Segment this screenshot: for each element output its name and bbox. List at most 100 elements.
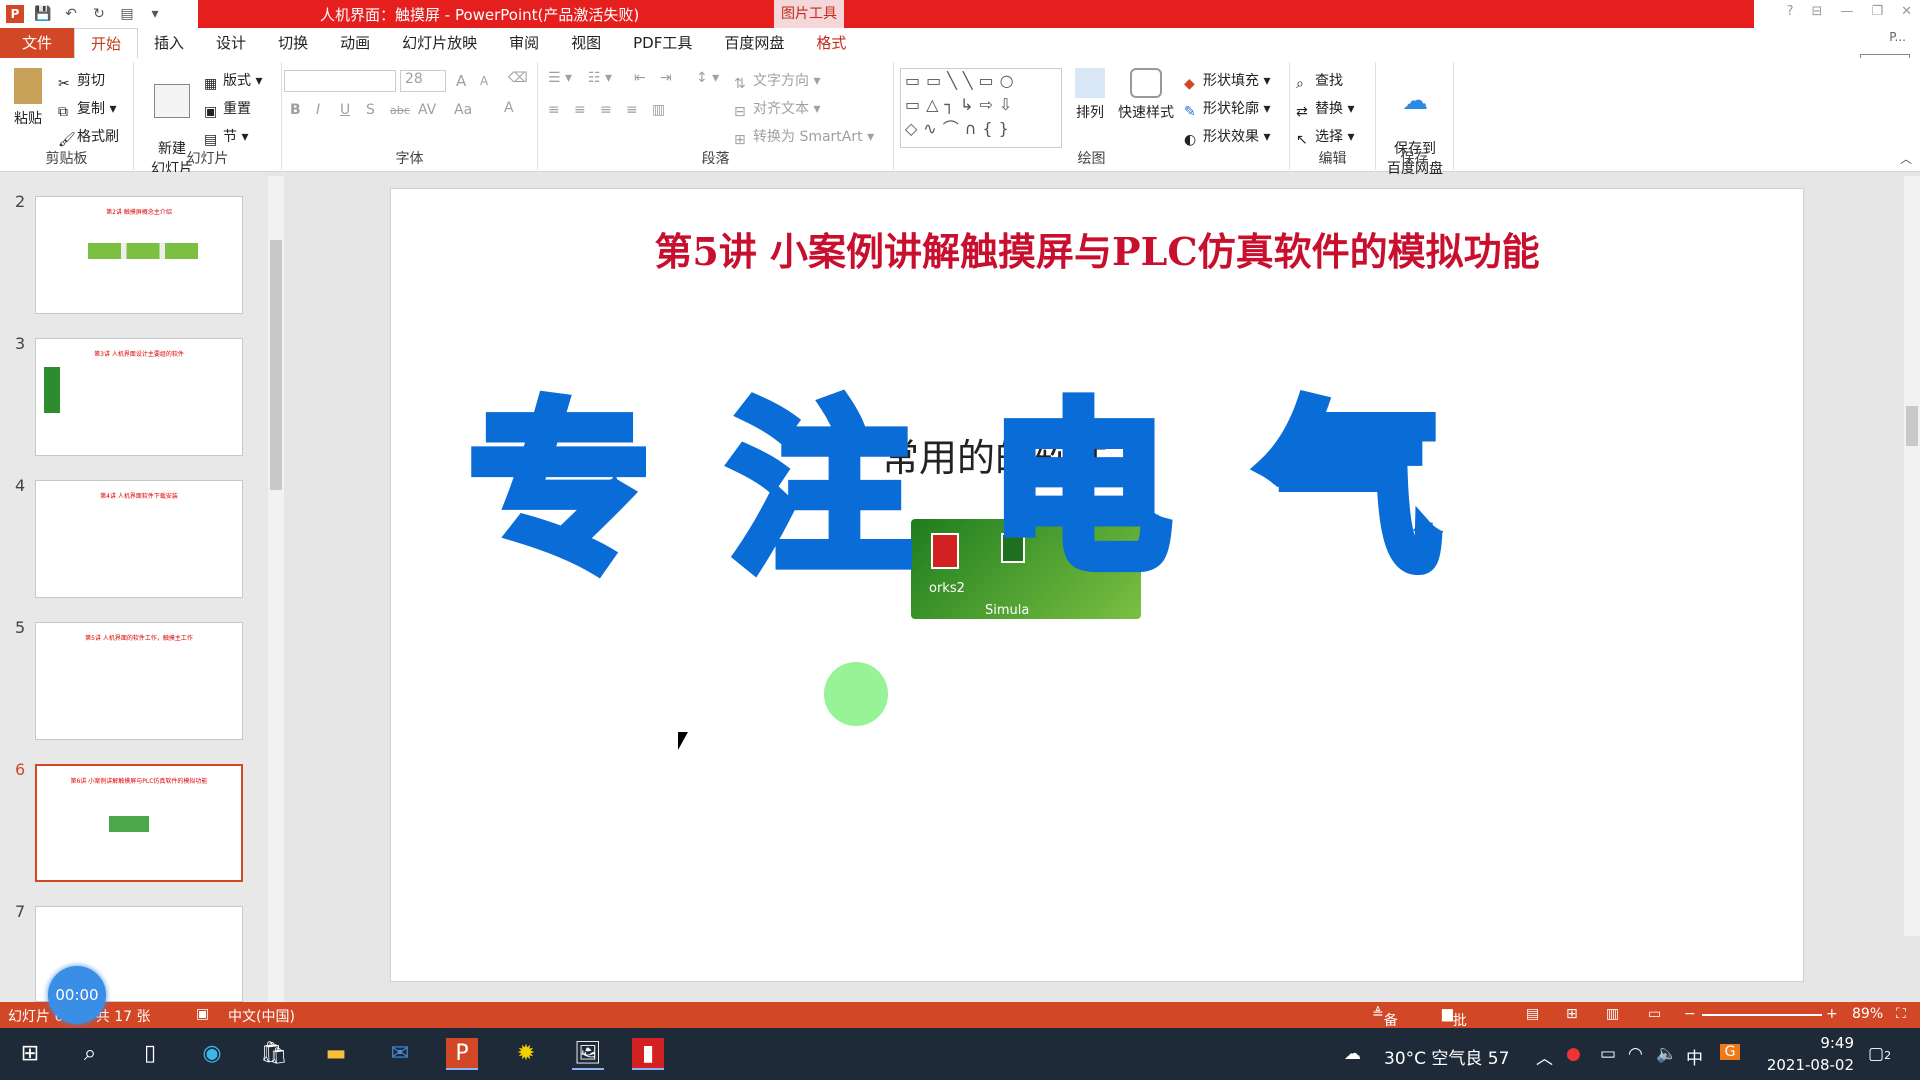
section-button[interactable]: ▤ 节 ▾ xyxy=(204,126,248,148)
shadow-button[interactable]: S xyxy=(366,102,375,118)
slide-sorter-icon[interactable]: ⊞ xyxy=(1566,1006,1578,1022)
cut-button[interactable]: ✂ 剪切 xyxy=(58,70,105,92)
arrange-button[interactable]: 排列 xyxy=(1070,68,1110,122)
align-right-icon[interactable]: ≡ xyxy=(600,102,612,118)
file-explorer-icon[interactable]: ▬ xyxy=(320,1038,352,1070)
system-clock[interactable]: 9:49 2021-08-02 xyxy=(1767,1032,1854,1076)
format-painter-button[interactable]: 🖌格式刷 xyxy=(58,126,119,148)
justify-icon[interactable]: ≡ xyxy=(626,102,638,118)
ribbon-display-icon[interactable]: ⊟ xyxy=(1812,4,1823,19)
align-center-icon[interactable]: ≡ xyxy=(574,102,586,118)
text-direction-button[interactable]: ⇅ 文字方向 ▾ xyxy=(734,70,820,92)
save-icon[interactable]: 💾 xyxy=(34,5,52,23)
bold-button[interactable]: B xyxy=(290,102,301,118)
increase-indent-icon[interactable]: ⇥ xyxy=(660,70,672,86)
reading-view-icon[interactable]: ▥ xyxy=(1606,1006,1619,1022)
align-text-button[interactable]: ⊟ 对齐文本 ▾ xyxy=(734,98,820,120)
customize-qat-icon[interactable]: ▾ xyxy=(146,5,164,23)
store-icon[interactable]: 🛍 xyxy=(258,1038,290,1070)
notifications-icon[interactable]: ▢2 xyxy=(1868,1044,1891,1064)
zoom-out-icon[interactable]: − xyxy=(1684,1006,1696,1022)
underline-button[interactable]: U xyxy=(340,102,350,118)
task-view-icon[interactable]: ▯ xyxy=(134,1038,166,1070)
slide-thumbnail-selected[interactable]: 第6讲 小案例讲解触摸屏与PLC仿真软件的模拟功能 xyxy=(35,764,243,882)
columns-icon[interactable]: ▥ xyxy=(652,102,665,118)
char-spacing-button[interactable]: AV xyxy=(418,102,436,118)
shape-effects-button[interactable]: ◐ 形状效果 ▾ xyxy=(1184,126,1270,148)
slide-thumbnail[interactable]: 第4讲 人机界面软件下载安装 xyxy=(35,480,243,598)
mail-icon[interactable]: ✉ xyxy=(384,1038,416,1070)
zoom-level[interactable]: 89% xyxy=(1852,1006,1883,1022)
ime-indicator[interactable]: 中 xyxy=(1686,1044,1703,1069)
tab-review[interactable]: 审阅 xyxy=(493,28,555,58)
undo-icon[interactable]: ↶ xyxy=(62,5,80,23)
tab-slideshow[interactable]: 幻灯片放映 xyxy=(386,28,493,58)
shape-outline-button[interactable]: ✎ 形状轮廓 ▾ xyxy=(1184,98,1270,120)
numbering-icon[interactable]: ☷ ▾ xyxy=(588,70,612,86)
spellcheck-icon[interactable]: ▣ xyxy=(196,1006,209,1022)
maximize-icon[interactable]: ❐ xyxy=(1871,4,1883,19)
notes-button[interactable]: ≜ 备注 xyxy=(1372,1006,1398,1049)
shrink-font-button[interactable]: A xyxy=(480,74,488,88)
minimize-icon[interactable]: — xyxy=(1840,4,1853,19)
paste-button[interactable]: 粘贴 xyxy=(8,68,48,128)
strikethrough-button[interactable]: abc xyxy=(390,104,410,117)
font-size-combo[interactable]: 28 xyxy=(400,70,446,92)
comments-button[interactable]: ▆ 批注 xyxy=(1442,1006,1467,1049)
powerpoint-taskbar-icon[interactable]: P xyxy=(446,1038,478,1070)
slide-scrollbar[interactable] xyxy=(1904,176,1920,936)
tab-insert[interactable]: 插入 xyxy=(138,28,200,58)
tab-transitions[interactable]: 切换 xyxy=(262,28,324,58)
recording-timer[interactable]: 00:00 xyxy=(48,966,106,1024)
tab-format[interactable]: 格式 xyxy=(800,28,862,58)
windows-start-icon[interactable]: ⊞ xyxy=(14,1038,46,1070)
line-spacing-icon[interactable]: ↕ ▾ xyxy=(696,70,719,86)
zoom-slider[interactable] xyxy=(1702,1014,1822,1016)
bullets-icon[interactable]: ☰ ▾ xyxy=(548,70,572,86)
shapes-gallery[interactable]: ▭▭╲╲▭○ ▭△┐↳⇨⇩ ◇∿⌒∩{} xyxy=(900,68,1062,148)
edge-browser-icon[interactable]: ◉ xyxy=(196,1038,228,1070)
tab-pdf-tools[interactable]: PDF工具 xyxy=(617,28,708,58)
normal-view-icon[interactable]: ▤ xyxy=(1526,1006,1539,1022)
thumbnail-scrollbar[interactable] xyxy=(268,176,284,1002)
redo-icon[interactable]: ↻ xyxy=(90,5,108,23)
italic-button[interactable]: I xyxy=(316,102,320,118)
tab-view[interactable]: 视图 xyxy=(555,28,617,58)
collapse-ribbon-icon[interactable]: ︿ xyxy=(1900,150,1912,167)
slide-title[interactable]: 第5讲 小案例讲解触摸屏与PLC仿真软件的模拟功能 xyxy=(391,221,1803,276)
select-button[interactable]: ↖ 选择 ▾ xyxy=(1296,126,1354,148)
network-icon[interactable]: ▭ xyxy=(1600,1044,1616,1064)
clear-format-icon[interactable]: ⌫ xyxy=(508,70,528,86)
volume-icon[interactable]: 🔈 xyxy=(1656,1044,1677,1064)
smartart-button[interactable]: ⊞ 转换为 SmartArt ▾ xyxy=(734,126,874,148)
tab-design[interactable]: 设计 xyxy=(200,28,262,58)
slide-thumbnail[interactable]: 第5讲 人机界面的软件工作，触摸主工作 xyxy=(35,622,243,740)
scrollbar-thumb[interactable] xyxy=(270,240,282,490)
search-icon[interactable]: ⌕ xyxy=(74,1038,106,1070)
font-color-button[interactable]: A xyxy=(504,100,514,116)
help-icon[interactable]: ? xyxy=(1787,4,1794,19)
find-button[interactable]: ⌕ 查找 xyxy=(1296,70,1343,92)
layout-button[interactable]: ▦ 版式 ▾ xyxy=(204,70,262,92)
language-status[interactable]: 中文(中国) xyxy=(228,1006,295,1026)
quick-styles-button[interactable]: 快速样式 xyxy=(1116,68,1176,122)
decrease-indent-icon[interactable]: ⇤ xyxy=(634,70,646,86)
tab-file[interactable]: 文件 xyxy=(0,28,75,58)
wifi-icon[interactable]: ◠ xyxy=(1628,1044,1643,1064)
reset-button[interactable]: ▣ 重置 xyxy=(204,98,251,120)
fit-slide-icon[interactable]: ⛶ xyxy=(1896,1006,1906,1022)
close-icon[interactable]: ✕ xyxy=(1901,4,1912,19)
scrollbar-thumb[interactable] xyxy=(1906,406,1918,446)
start-from-beginning-icon[interactable]: ▤ xyxy=(118,5,136,23)
gx-works-taskbar-icon[interactable]: ▮ xyxy=(632,1038,664,1070)
app-yellow-icon[interactable]: ✹ xyxy=(510,1038,542,1070)
zoom-in-icon[interactable]: + xyxy=(1826,1006,1838,1022)
align-left-icon[interactable]: ≡ xyxy=(548,102,560,118)
slide-thumbnail[interactable]: 第2讲 触摸屏概念主介绍 xyxy=(35,196,243,314)
slideshow-view-icon[interactable]: ▭ xyxy=(1648,1006,1661,1022)
replace-button[interactable]: ⇄ 替换 ▾ xyxy=(1296,98,1354,120)
font-name-combo[interactable] xyxy=(284,70,396,92)
tray-app-icon[interactable]: ● xyxy=(1566,1044,1581,1064)
sogou-input-icon[interactable]: G xyxy=(1720,1044,1740,1060)
slide-thumbnail[interactable]: 第3讲 人机界面设计主要组的软件 xyxy=(35,338,243,456)
